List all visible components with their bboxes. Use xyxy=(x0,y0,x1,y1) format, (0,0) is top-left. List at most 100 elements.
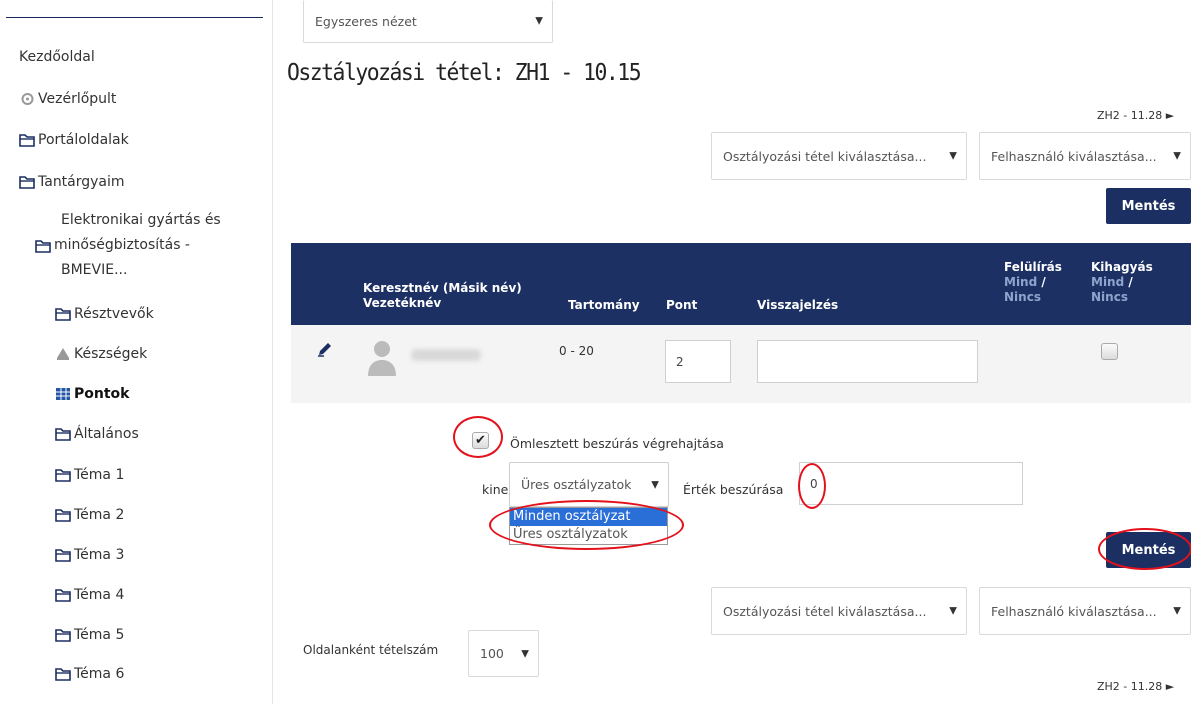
sidebar-item-topic-5[interactable]: Téma 5 xyxy=(55,627,124,643)
sidebar-item-general[interactable]: Általános xyxy=(55,426,139,442)
sidebar-item-home[interactable]: Kezdőoldal xyxy=(19,49,95,65)
competency-icon xyxy=(57,348,69,360)
folder-icon xyxy=(55,469,71,482)
folder-icon xyxy=(55,428,71,441)
folder-icon xyxy=(55,589,71,602)
points-input[interactable]: 2 xyxy=(665,340,731,383)
override-label: Felülírás xyxy=(1004,260,1062,274)
folder-icon xyxy=(55,509,71,522)
folder-icon xyxy=(55,629,71,642)
grade-item-select[interactable]: Osztályozási tétel kiválasztása... ▼ xyxy=(711,132,967,180)
annotation-circle xyxy=(489,500,684,550)
insert-value-input[interactable]: 0 xyxy=(799,462,1023,505)
exclude-all-link[interactable]: Mind xyxy=(1091,275,1124,289)
column-override-header: Felülírás Mind / Nincs xyxy=(1004,260,1062,305)
sidebar-item-grades[interactable]: Pontok xyxy=(55,386,129,402)
sidebar-item-course[interactable]: Elektronikai gyártás és minőségbiztosítá… xyxy=(35,208,221,283)
exclude-none-link[interactable]: Nincs xyxy=(1091,290,1153,305)
sidebar-item-label: Általános xyxy=(74,426,139,442)
sidebar-divider xyxy=(6,17,263,18)
sidebar-item-competencies[interactable]: Készségek xyxy=(55,346,147,362)
sidebar-item-label: Téma 6 xyxy=(74,666,125,682)
sidebar-item-label: Résztvevők xyxy=(74,306,154,322)
sidebar-item-label: Téma 2 xyxy=(74,507,125,523)
folder-icon xyxy=(55,549,71,562)
per-page-value: 100 xyxy=(480,646,504,661)
next-item-link-bottom[interactable]: ZH2 - 11.28 ► xyxy=(1097,680,1174,693)
sidebar-item-participants[interactable]: Résztvevők xyxy=(55,306,154,322)
student-name-blurred[interactable] xyxy=(411,349,481,361)
apply-to-select-value: Üres osztályzatok xyxy=(521,477,632,492)
feedback-input[interactable] xyxy=(757,340,978,383)
sidebar-item-label: Kezdőoldal xyxy=(19,49,95,65)
range-value: 0 - 20 xyxy=(559,344,594,358)
column-firstname: Keresztnév (Másik név) xyxy=(363,281,522,295)
sidebar-item-label: Portáloldalak xyxy=(38,132,129,148)
sidebar-item-topic-2[interactable]: Téma 2 xyxy=(55,507,124,523)
view-mode-value: Egyszeres nézet xyxy=(315,13,417,29)
per-page-select[interactable]: 100 ▼ xyxy=(468,630,539,677)
column-lastname: Vezetéknév xyxy=(363,296,442,310)
table-row: 0 - 20 2 xyxy=(291,325,1191,403)
sidebar-item-label: Pontok xyxy=(74,386,130,402)
column-name-header[interactable]: Keresztnév (Másik név) Vezetéknév xyxy=(363,281,522,311)
caret-down-icon: ▼ xyxy=(521,648,529,659)
sidebar-item-label: Vezérlőpult xyxy=(38,91,117,107)
separator: / xyxy=(1037,275,1046,289)
column-exclude-header: Kihagyás Mind / Nincs xyxy=(1091,260,1153,305)
bulk-insert-label: Ömlesztett beszúrás végrehajtása xyxy=(510,436,724,451)
sidebar-item-topic-4[interactable]: Téma 4 xyxy=(55,587,124,603)
dashboard-icon xyxy=(21,93,34,105)
column-points-header: Pont xyxy=(666,298,698,312)
exclude-checkbox[interactable] xyxy=(1101,343,1118,360)
separator: / xyxy=(1124,275,1133,289)
user-select[interactable]: Felhasználó kiválasztása... ▼ xyxy=(979,132,1191,180)
sidebar-item-my-courses[interactable]: Tantárgyaim xyxy=(19,174,125,190)
column-feedback-header: Visszajelzés xyxy=(757,298,839,312)
sidebar-item-label: Téma 5 xyxy=(74,627,125,643)
next-item-link[interactable]: ZH2 - 11.28 ► xyxy=(1097,109,1174,122)
sidebar-item-label: Készségek xyxy=(74,346,148,362)
per-page-label: Oldalanként tételszám xyxy=(303,643,439,657)
view-mode-select[interactable]: Egyszeres nézet ▼ xyxy=(303,0,553,43)
user-select-bottom[interactable]: Felhasználó kiválasztása... ▼ xyxy=(979,587,1191,635)
caret-down-icon: ▼ xyxy=(535,15,543,27)
course-name-line2: minőségbiztosítás - xyxy=(54,237,190,253)
sidebar-item-topic-3[interactable]: Téma 3 xyxy=(55,547,124,563)
grades-table-icon xyxy=(56,388,70,400)
sidebar: Kezdőoldal Vezérlőpult Portáloldalak Tan… xyxy=(0,0,273,704)
annotation-circle xyxy=(453,416,503,458)
sidebar-item-portal-pages[interactable]: Portáloldalak xyxy=(19,132,129,148)
save-button[interactable]: Mentés xyxy=(1106,188,1191,224)
exclude-label: Kihagyás xyxy=(1091,260,1153,274)
caret-down-icon: ▼ xyxy=(1173,605,1181,617)
avatar xyxy=(368,341,396,376)
annotation-circle xyxy=(798,463,826,509)
grade-item-select-bottom[interactable]: Osztályozási tétel kiválasztása... ▼ xyxy=(711,587,967,635)
user-select-value: Felhasználó kiválasztása... xyxy=(991,603,1157,619)
caret-down-icon: ▼ xyxy=(949,150,957,162)
insert-value-label: Érték beszúrása xyxy=(683,482,784,497)
sidebar-item-dashboard[interactable]: Vezérlőpult xyxy=(19,91,116,107)
course-name-line3: BMEVIE... xyxy=(61,262,128,278)
override-none-link[interactable]: Nincs xyxy=(1004,290,1062,305)
sidebar-item-label: Tantárgyaim xyxy=(38,174,125,190)
page-title: Osztályozási tétel: ZH1 - 10.15 xyxy=(287,60,642,86)
table-header: Keresztnév (Másik név) Vezetéknév Tartom… xyxy=(291,243,1191,325)
folder-icon xyxy=(35,239,51,253)
folder-icon xyxy=(19,134,35,147)
sidebar-item-topic-6[interactable]: Téma 6 xyxy=(55,666,124,682)
sidebar-item-label: Téma 3 xyxy=(74,547,125,563)
folder-icon xyxy=(19,176,35,189)
column-range-header: Tartomány xyxy=(568,298,640,312)
edit-pencil-icon[interactable] xyxy=(316,340,334,358)
sidebar-item-label: Téma 4 xyxy=(74,587,125,603)
folder-icon xyxy=(55,668,71,681)
user-select-value: Felhasználó kiválasztása... xyxy=(991,148,1157,164)
sidebar-item-label: Téma 1 xyxy=(74,467,125,483)
annotation-circle xyxy=(1098,528,1191,570)
sidebar-item-topic-1[interactable]: Téma 1 xyxy=(55,467,124,483)
override-all-link[interactable]: Mind xyxy=(1004,275,1037,289)
caret-down-icon: ▼ xyxy=(1173,150,1181,162)
folder-icon xyxy=(55,308,71,321)
